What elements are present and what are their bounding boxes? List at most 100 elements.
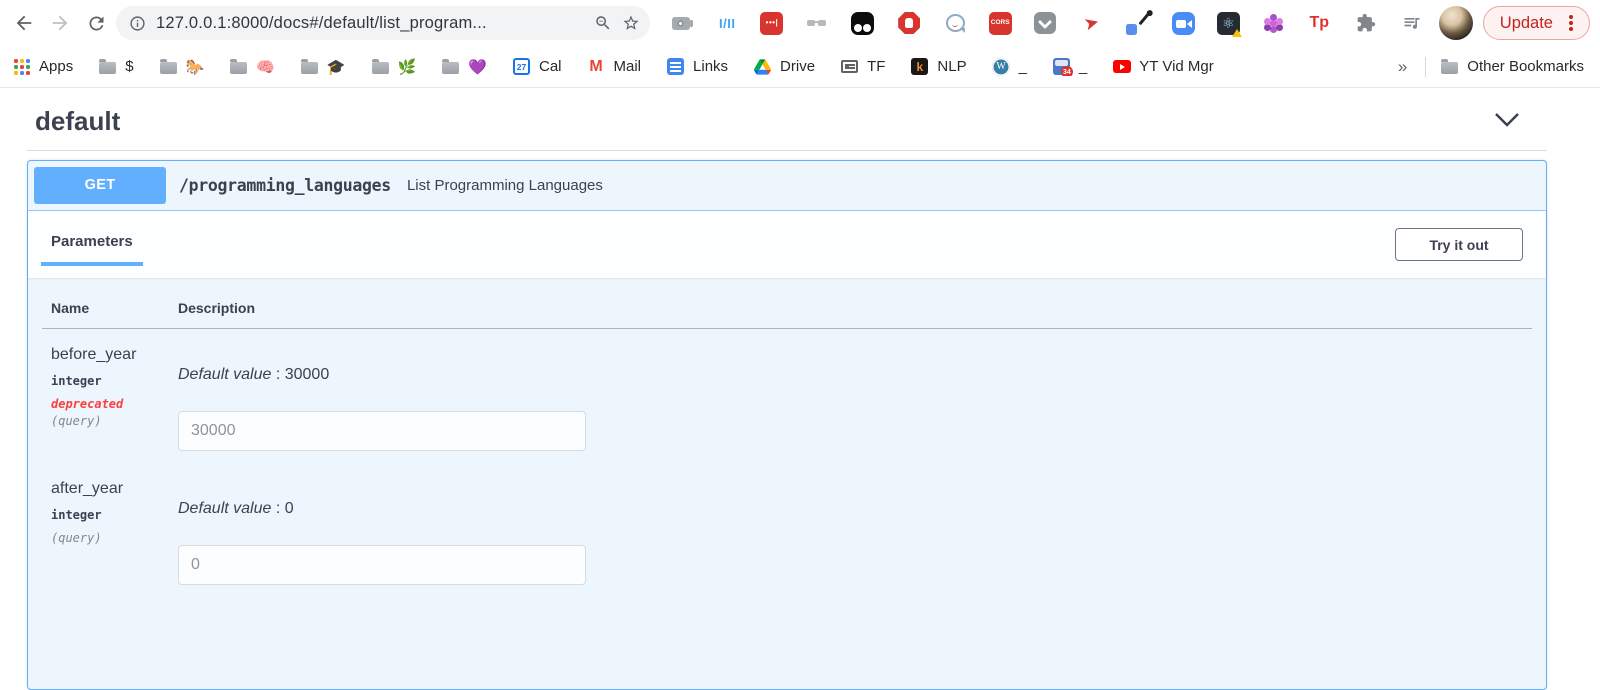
bookmark-item[interactable]: 🐎 bbox=[159, 57, 205, 76]
bookmark-label: _ bbox=[1079, 58, 1087, 75]
bookmark-label: 🧠 bbox=[256, 58, 275, 76]
other-bookmarks-button[interactable]: Other Bookmarks bbox=[1440, 57, 1584, 76]
reload-button[interactable] bbox=[78, 5, 114, 41]
reload-icon bbox=[86, 13, 107, 34]
dark-reader-icon[interactable] bbox=[850, 10, 876, 36]
collapse-chevron-icon[interactable] bbox=[1494, 112, 1520, 132]
bookmark-label: NLP bbox=[937, 58, 966, 75]
name-column-header: Name bbox=[42, 300, 169, 329]
back-button[interactable] bbox=[6, 5, 42, 41]
param-default-line: Default value : 0 bbox=[178, 500, 1532, 518]
bookmark-item[interactable]: Drive bbox=[753, 57, 815, 76]
param-value-input[interactable] bbox=[178, 545, 586, 585]
kebab-menu-icon[interactable] bbox=[1569, 21, 1573, 25]
method-badge: GET bbox=[34, 167, 166, 204]
default-value: 0 bbox=[285, 500, 294, 517]
parameters-table-container: Name Description before_year integer dep… bbox=[28, 278, 1546, 627]
description-column-header: Description bbox=[169, 300, 1532, 329]
apps-grid-icon bbox=[12, 57, 31, 76]
url-text: 127.0.0.1:8000/docs#/default/list_progra… bbox=[156, 14, 584, 33]
site-info-icon[interactable] bbox=[129, 15, 146, 32]
forward-button[interactable] bbox=[42, 5, 78, 41]
badge-34-icon: 34 bbox=[1052, 57, 1071, 76]
glasses-icon[interactable] bbox=[804, 10, 830, 36]
bookmark-item[interactable]: W_ bbox=[992, 57, 1027, 76]
bookmarks-right-group: » Other Bookmarks bbox=[1394, 57, 1584, 77]
bookmark-label: Cal bbox=[539, 58, 562, 75]
share-arrow-icon[interactable]: ➤ bbox=[1078, 10, 1104, 36]
gmail-icon: M bbox=[587, 57, 606, 76]
try-it-out-button[interactable]: Try it out bbox=[1395, 228, 1523, 261]
bookmarks-overflow-chevron[interactable]: » bbox=[1394, 57, 1411, 77]
swagger-page: default GET /programming_languages List … bbox=[0, 88, 1600, 690]
bookmark-item[interactable]: 34 _ bbox=[1052, 57, 1087, 76]
folder-icon bbox=[98, 57, 117, 76]
wayback-icon[interactable]: I/II bbox=[714, 10, 740, 36]
param-name: before_year bbox=[51, 346, 169, 364]
toucan-icon[interactable]: Tp bbox=[1306, 10, 1332, 36]
endpoint-path: /programming_languages bbox=[179, 176, 391, 195]
folder-icon bbox=[441, 57, 460, 76]
pocket-icon[interactable] bbox=[1032, 10, 1058, 36]
bookmarks-bar: Apps$🐎🧠🎓🌿💜27CalMMailLinksDriveTFkNLPW_34… bbox=[0, 46, 1600, 88]
bookmarks-divider bbox=[1425, 57, 1426, 77]
bookmark-item[interactable]: k NLP bbox=[910, 57, 966, 76]
opblock-summary[interactable]: GET /programming_languages List Programm… bbox=[28, 161, 1546, 211]
extensions-row: I/II •••| CORS ➤ ⚛ Tp bbox=[654, 10, 1437, 36]
bookmark-label: YT Vid Mgr bbox=[1139, 58, 1213, 75]
kaggle-k-icon: k bbox=[910, 57, 929, 76]
bookmark-item[interactable]: $ bbox=[98, 57, 133, 76]
forward-arrow-icon bbox=[49, 12, 71, 34]
default-value: 30000 bbox=[285, 366, 330, 383]
param-default-line: Default value : 30000 bbox=[178, 366, 1532, 384]
bookmark-label: $ bbox=[125, 58, 133, 75]
folder-icon bbox=[159, 57, 178, 76]
lastpass-icon[interactable]: •••| bbox=[760, 12, 783, 35]
param-row-after-year: after_year integer (query) Default value… bbox=[42, 463, 1532, 597]
bookmark-item[interactable]: YT Vid Mgr bbox=[1112, 57, 1213, 76]
react-devtools-icon[interactable]: ⚛ bbox=[1217, 12, 1240, 35]
zoom-video-icon[interactable] bbox=[1171, 10, 1197, 36]
screen-capture-icon[interactable] bbox=[668, 10, 694, 36]
bookmark-label: Links bbox=[693, 58, 728, 75]
tag-divider bbox=[27, 150, 1547, 151]
bookmark-item[interactable]: TF bbox=[840, 57, 885, 76]
bookmark-item[interactable]: 🎓 bbox=[300, 57, 346, 76]
flower-icon[interactable] bbox=[1260, 10, 1286, 36]
param-value-input[interactable] bbox=[178, 411, 586, 451]
param-name: after_year bbox=[51, 480, 169, 498]
bookmark-item[interactable]: Apps bbox=[12, 57, 73, 76]
parameters-table: Name Description before_year integer dep… bbox=[42, 300, 1532, 597]
bookmark-item[interactable]: Links bbox=[666, 57, 728, 76]
zoom-out-icon[interactable] bbox=[594, 14, 612, 32]
address-bar[interactable]: 127.0.0.1:8000/docs#/default/list_progra… bbox=[116, 6, 650, 40]
bookmark-item[interactable]: 🌿 bbox=[371, 57, 417, 76]
default-value-separator: : bbox=[271, 500, 284, 517]
default-value-label: Default value bbox=[178, 500, 271, 517]
bookmark-item[interactable]: MMail bbox=[587, 57, 642, 76]
folder-icon bbox=[300, 57, 319, 76]
tab-parameters[interactable]: Parameters bbox=[41, 233, 143, 266]
colorzilla-icon[interactable] bbox=[1124, 10, 1150, 36]
folder-icon bbox=[371, 57, 390, 76]
param-type: integer bbox=[51, 374, 169, 388]
stop-hand-icon[interactable] bbox=[896, 10, 922, 36]
playlist-music-icon[interactable] bbox=[1399, 10, 1425, 36]
default-value-separator: : bbox=[271, 366, 284, 383]
extensions-puzzle-icon[interactable] bbox=[1353, 10, 1379, 36]
back-arrow-icon bbox=[13, 12, 35, 34]
param-type: integer bbox=[51, 508, 169, 522]
bookmark-star-icon[interactable] bbox=[622, 14, 640, 32]
opblock-get: GET /programming_languages List Programm… bbox=[27, 160, 1547, 690]
browser-window: 127.0.0.1:8000/docs#/default/list_progra… bbox=[0, 0, 1600, 690]
tag-section-header[interactable]: default bbox=[0, 88, 1600, 137]
bookmark-item[interactable]: 🧠 bbox=[229, 57, 275, 76]
bookmark-item[interactable]: 💜 bbox=[441, 57, 487, 76]
chat-bubble-icon[interactable] bbox=[942, 10, 968, 36]
endpoint-summary: List Programming Languages bbox=[407, 177, 603, 194]
cors-icon[interactable]: CORS bbox=[989, 12, 1012, 35]
bookmark-item[interactable]: 27Cal bbox=[512, 57, 562, 76]
update-button[interactable]: Update bbox=[1483, 6, 1590, 40]
wordpress-icon: W bbox=[992, 57, 1011, 76]
profile-avatar[interactable] bbox=[1439, 6, 1473, 40]
